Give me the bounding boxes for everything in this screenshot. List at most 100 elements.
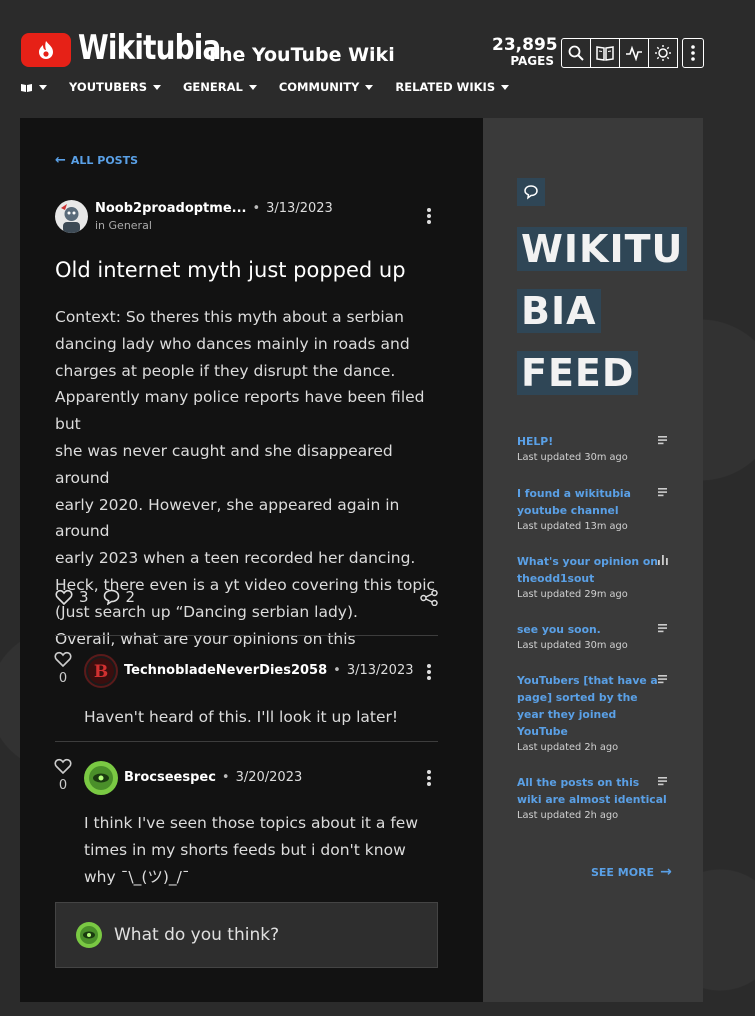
post-category[interactable]: in General — [95, 219, 152, 232]
post-body-line: early 2023 when a teen recorded her danc… — [55, 549, 416, 568]
book-icon — [596, 46, 614, 61]
feed-item-title[interactable]: YouTubers [that have a page] sorted by t… — [517, 672, 667, 740]
feed-item[interactable]: YouTubers [that have a page] sorted by t… — [517, 672, 667, 756]
feed-item-title[interactable]: I found a wikitubia youtube channel — [517, 485, 667, 519]
post-panel: ← ALL POSTS Noob2proadoptme... • 3/13/2023… — [20, 118, 483, 1002]
lines-icon — [658, 624, 667, 633]
post-body-line: Overall, what are your opinions on this — [55, 629, 356, 648]
chevron-down-icon — [152, 84, 161, 90]
feed-title-line: WIKITU — [517, 227, 688, 271]
share-icon[interactable] — [420, 589, 438, 610]
pages-count-label: PAGES — [510, 54, 554, 68]
chevron-down-icon — [39, 84, 47, 90]
lines-icon — [658, 436, 667, 445]
reply-author[interactable]: Brocseespec — [124, 770, 216, 785]
explore-button[interactable] — [590, 38, 620, 68]
search-icon — [568, 45, 584, 61]
reply-like-count: 0 — [58, 671, 68, 686]
reply-like[interactable]: 0 — [54, 758, 72, 793]
nav-item-wiki[interactable] — [20, 82, 47, 93]
feed-item-title[interactable]: HELP! — [517, 433, 667, 450]
divider — [55, 635, 438, 636]
reply-like[interactable]: 0 — [54, 651, 72, 686]
divider — [55, 741, 438, 742]
theme-toggle-button[interactable] — [648, 38, 678, 68]
reply-date: 3/20/2023 — [235, 770, 303, 785]
feed-item-title[interactable]: see you soon. — [517, 621, 667, 638]
nav-item-label: GENERAL — [182, 80, 243, 94]
wiki-tools — [561, 38, 704, 68]
post-date: 3/13/2023 — [266, 201, 333, 216]
lines-icon — [658, 675, 667, 684]
feed-item-updated: Last updated 30m ago — [517, 452, 628, 463]
feed-title-line: BIA — [517, 289, 601, 333]
pages-count-number: 23,895 — [492, 35, 558, 55]
feed-rail: WIKITU BIA FEED HELP! Last updated 30m a… — [483, 118, 703, 1002]
post-body-line: Context: So theres this myth about a ser… — [55, 308, 404, 326]
feed-item-title[interactable]: All the posts on this wiki are almost id… — [517, 774, 667, 808]
lines-icon — [658, 777, 667, 786]
avatar[interactable]: B — [84, 654, 118, 688]
nav-item-related-wikis[interactable]: RELATED WIKIS — [395, 80, 510, 94]
comment-input[interactable]: What do you think? — [55, 902, 438, 968]
site-header: Wikitubia The YouTube Wiki 23,895 PAGES … — [0, 0, 755, 118]
heart-icon[interactable] — [54, 758, 72, 775]
all-posts-link[interactable]: ← ALL POSTS — [55, 153, 138, 168]
reply-text: I think I've seen those topics about it … — [84, 814, 419, 886]
feed-item[interactable]: see you soon. Last updated 30m ago — [517, 621, 667, 654]
post-body-line: dancing lady who dances mainly in roads … — [55, 334, 410, 353]
chevron-down-icon — [365, 84, 374, 90]
reply-author[interactable]: TechnobladeNeverDies2058 — [124, 663, 327, 678]
search-button[interactable] — [561, 38, 591, 68]
avatar[interactable] — [84, 761, 118, 795]
wiki-subtitle[interactable]: The YouTube Wiki — [206, 44, 395, 66]
feed-item[interactable]: I found a wikitubia youtube channel Last… — [517, 485, 667, 535]
post-body-line: early 2020. However, she appeared again … — [55, 495, 400, 541]
wikitubia-logo-icon[interactable] — [21, 33, 71, 67]
chevron-down-icon — [501, 84, 510, 90]
arrow-left-icon: ← — [55, 153, 66, 168]
feed-item[interactable]: What's your opinion on theodd1sout Last … — [517, 553, 668, 603]
reply-text: Haven't heard of this. I'll look it up l… — [84, 708, 399, 726]
post-body-line: charges at people if they disrupt the da… — [55, 361, 396, 380]
lines-icon — [658, 488, 667, 497]
poll-icon — [658, 555, 668, 565]
feed-title: WIKITU BIA FEED — [517, 218, 688, 404]
nav-item-youtubers[interactable]: YOUTUBERS — [69, 80, 161, 94]
reply-like-count: 0 — [58, 778, 68, 793]
nav-item-label: RELATED WIKIS — [395, 80, 496, 94]
activity-icon — [626, 45, 642, 61]
comment-placeholder: What do you think? — [114, 925, 280, 945]
feed-title-line: FEED — [517, 351, 639, 395]
feed-item-updated: Last updated 30m ago — [517, 640, 628, 651]
heart-icon[interactable] — [55, 589, 73, 605]
reply-date: 3/13/2023 — [346, 663, 414, 678]
post-author[interactable]: Noob2proadoptme... — [95, 201, 246, 216]
post-options-icon[interactable] — [427, 208, 431, 224]
main-navigation: YOUTUBERS GENERAL COMMUNITY RELATED WIKI… — [20, 80, 531, 94]
nav-item-general[interactable]: GENERAL — [183, 80, 257, 94]
post-title: Old internet myth just popped up — [55, 258, 406, 282]
more-button[interactable] — [682, 38, 704, 68]
feed-item[interactable]: HELP! Last updated 30m ago — [517, 433, 667, 466]
avatar[interactable] — [55, 200, 88, 233]
nav-item-community[interactable]: COMMUNITY — [279, 80, 374, 94]
site-name[interactable]: Wikitubia — [78, 28, 221, 68]
theme-icon — [655, 45, 671, 61]
see-more-link[interactable]: SEE MORE → — [591, 864, 672, 880]
recent-changes-button[interactable] — [619, 38, 649, 68]
comment-icon[interactable] — [103, 589, 120, 605]
all-posts-label: ALL POSTS — [70, 154, 139, 167]
feed-item[interactable]: All the posts on this wiki are almost id… — [517, 774, 667, 824]
wiki-icon — [21, 83, 32, 92]
post-actions: 3 2 — [55, 588, 149, 606]
feed-item-title[interactable]: What's your opinion on theodd1sout — [517, 553, 667, 587]
reply-options-icon[interactable] — [427, 770, 431, 786]
pages-count: 23,895 PAGES — [492, 35, 558, 68]
post-body-line: Apparently many police reports have been… — [55, 388, 425, 434]
arrow-right-icon: → — [660, 864, 672, 880]
heart-icon[interactable] — [54, 651, 72, 668]
nav-item-label: COMMUNITY — [278, 80, 360, 94]
reply-options-icon[interactable] — [427, 664, 431, 680]
post-body-line: she was never caught and she disappeared… — [55, 441, 393, 487]
